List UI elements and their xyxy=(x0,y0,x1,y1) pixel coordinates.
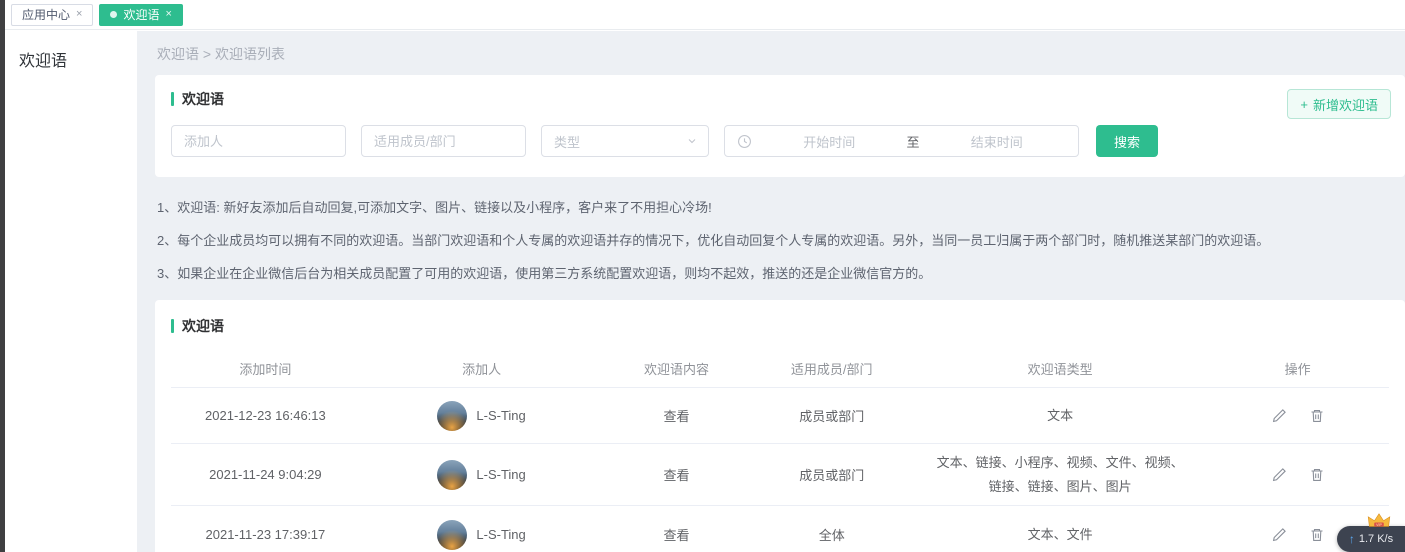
add-welcome-button[interactable]: + 新增欢迎语 xyxy=(1287,89,1391,119)
vip-text: VIP xyxy=(1376,523,1382,527)
edit-icon[interactable] xyxy=(1271,408,1287,424)
tab-welcome-label: 欢迎语 xyxy=(123,6,159,23)
end-time-placeholder[interactable]: 结束时间 xyxy=(928,132,1067,151)
view-link[interactable]: 查看 xyxy=(663,528,689,543)
adder-input[interactable] xyxy=(171,125,346,157)
row-time: 2021-12-23 16:46:13 xyxy=(171,402,360,429)
row-time: 2021-11-23 17:39:17 xyxy=(171,521,360,548)
view-link[interactable]: 查看 xyxy=(663,409,689,424)
member-input[interactable] xyxy=(361,125,526,157)
delete-icon[interactable] xyxy=(1309,408,1325,424)
clock-icon xyxy=(737,134,752,149)
delete-icon[interactable] xyxy=(1309,527,1325,543)
col-header-adder: 添加人 xyxy=(360,353,604,384)
main-content: 欢迎语 > 欢迎语列表 欢迎语 + 新增欢迎语 类型 xyxy=(137,31,1405,552)
view-link[interactable]: 查看 xyxy=(663,468,689,483)
plus-icon: + xyxy=(1300,97,1308,112)
tab-app-center[interactable]: 应用中心 × xyxy=(11,4,93,26)
type-select-placeholder: 类型 xyxy=(554,132,580,151)
section-title-welcome: 欢迎语 xyxy=(171,89,1389,109)
chevron-down-icon xyxy=(686,135,698,147)
row-type: 文本、文件 xyxy=(1028,523,1093,546)
type-select[interactable]: 类型 xyxy=(541,125,709,157)
welcome-table: 添加时间 添加人 欢迎语内容 适用成员/部门 欢迎语类型 操作 2021-12-… xyxy=(171,350,1389,552)
close-icon[interactable]: × xyxy=(76,9,82,20)
col-header-content: 欢迎语内容 xyxy=(603,353,749,384)
tab-bar: 应用中心 × 欢迎语 × xyxy=(5,0,1405,30)
notes-block: 1、欢迎语: 新好友添加后自动回复,可添加文字、图片、链接以及小程序，客户来了不… xyxy=(137,177,1405,296)
vip-crown-icon: VIP xyxy=(1367,512,1391,530)
table-header-row: 添加时间 添加人 欢迎语内容 适用成员/部门 欢迎语类型 操作 xyxy=(171,350,1389,388)
row-scope: 全体 xyxy=(750,519,914,550)
edit-icon[interactable] xyxy=(1271,527,1287,543)
col-header-actions: 操作 xyxy=(1206,353,1389,384)
section-title-text: 欢迎语 xyxy=(182,89,224,109)
row-adder: L-S-Ting xyxy=(360,395,604,437)
start-time-placeholder[interactable]: 开始时间 xyxy=(760,132,899,151)
section-accent-bar xyxy=(171,319,174,333)
section-accent-bar xyxy=(171,92,174,106)
filter-row: 类型 开始时间 至 结束时间 搜索 xyxy=(171,125,1389,157)
row-adder: L-S-Ting xyxy=(360,454,604,496)
edit-icon[interactable] xyxy=(1271,467,1287,483)
speed-value: 1.7 K/s xyxy=(1359,533,1393,545)
delete-icon[interactable] xyxy=(1309,467,1325,483)
active-dot-icon xyxy=(110,11,117,18)
table-row: 2021-12-23 16:46:13 L-S-Ting 查看 成员或部门 文本 xyxy=(171,388,1389,444)
adder-name: L-S-Ting xyxy=(476,467,525,482)
table-row: 2021-11-23 17:39:17 L-S-Ting 查看 全体 文本、文件 xyxy=(171,506,1389,552)
section-title-table: 欢迎语 xyxy=(171,316,1389,336)
col-header-time: 添加时间 xyxy=(171,353,360,384)
table-card: 欢迎语 添加时间 添加人 欢迎语内容 适用成员/部门 欢迎语类型 操作 2021… xyxy=(155,300,1405,552)
avatar xyxy=(437,460,467,490)
close-icon[interactable]: × xyxy=(165,9,171,20)
row-type: 文本 xyxy=(1047,404,1073,427)
col-header-type: 欢迎语类型 xyxy=(914,353,1206,384)
date-range-picker[interactable]: 开始时间 至 结束时间 xyxy=(724,125,1079,157)
row-type: 文本、链接、小程序、视频、文件、视频、链接、链接、图片、图片 xyxy=(935,451,1185,498)
table-row: 2021-11-24 9:04:29 L-S-Ting 查看 成员或部门 文本、… xyxy=(171,444,1389,506)
row-adder: L-S-Ting xyxy=(360,514,604,552)
upload-arrow-icon: ↑ xyxy=(1349,532,1355,546)
range-separator: 至 xyxy=(907,132,920,151)
note-3: 3、如果企业在企业微信后台为相关成员配置了可用的欢迎语，使用第三方系统配置欢迎语… xyxy=(157,257,1385,290)
note-2: 2、每个企业成员均可以拥有不同的欢迎语。当部门欢迎语和个人专属的欢迎语并存的情况… xyxy=(157,224,1385,257)
col-header-scope: 适用成员/部门 xyxy=(750,353,914,384)
sidebar: 欢迎语 xyxy=(5,31,137,552)
adder-name: L-S-Ting xyxy=(476,527,525,542)
app-window: 应用中心 × 欢迎语 × 欢迎语 欢迎语 > 欢迎语列表 欢迎语 + 新增欢迎语 xyxy=(0,0,1405,552)
tab-welcome-message[interactable]: 欢迎语 × xyxy=(99,4,182,26)
breadcrumb: 欢迎语 > 欢迎语列表 xyxy=(137,31,1405,75)
note-1: 1、欢迎语: 新好友添加后自动回复,可添加文字、图片、链接以及小程序，客户来了不… xyxy=(157,191,1385,224)
row-scope: 成员或部门 xyxy=(750,459,914,490)
search-card: 欢迎语 + 新增欢迎语 类型 xyxy=(155,75,1405,177)
search-button[interactable]: 搜索 xyxy=(1096,125,1158,157)
avatar xyxy=(437,520,467,550)
adder-name: L-S-Ting xyxy=(476,408,525,423)
add-welcome-label: 新增欢迎语 xyxy=(1313,95,1378,114)
tab-app-center-label: 应用中心 xyxy=(22,6,70,23)
section-title-text: 欢迎语 xyxy=(182,316,224,336)
row-scope: 成员或部门 xyxy=(750,400,914,431)
row-time: 2021-11-24 9:04:29 xyxy=(171,461,360,488)
avatar xyxy=(437,401,467,431)
sidebar-item-welcome[interactable]: 欢迎语 xyxy=(5,31,137,71)
